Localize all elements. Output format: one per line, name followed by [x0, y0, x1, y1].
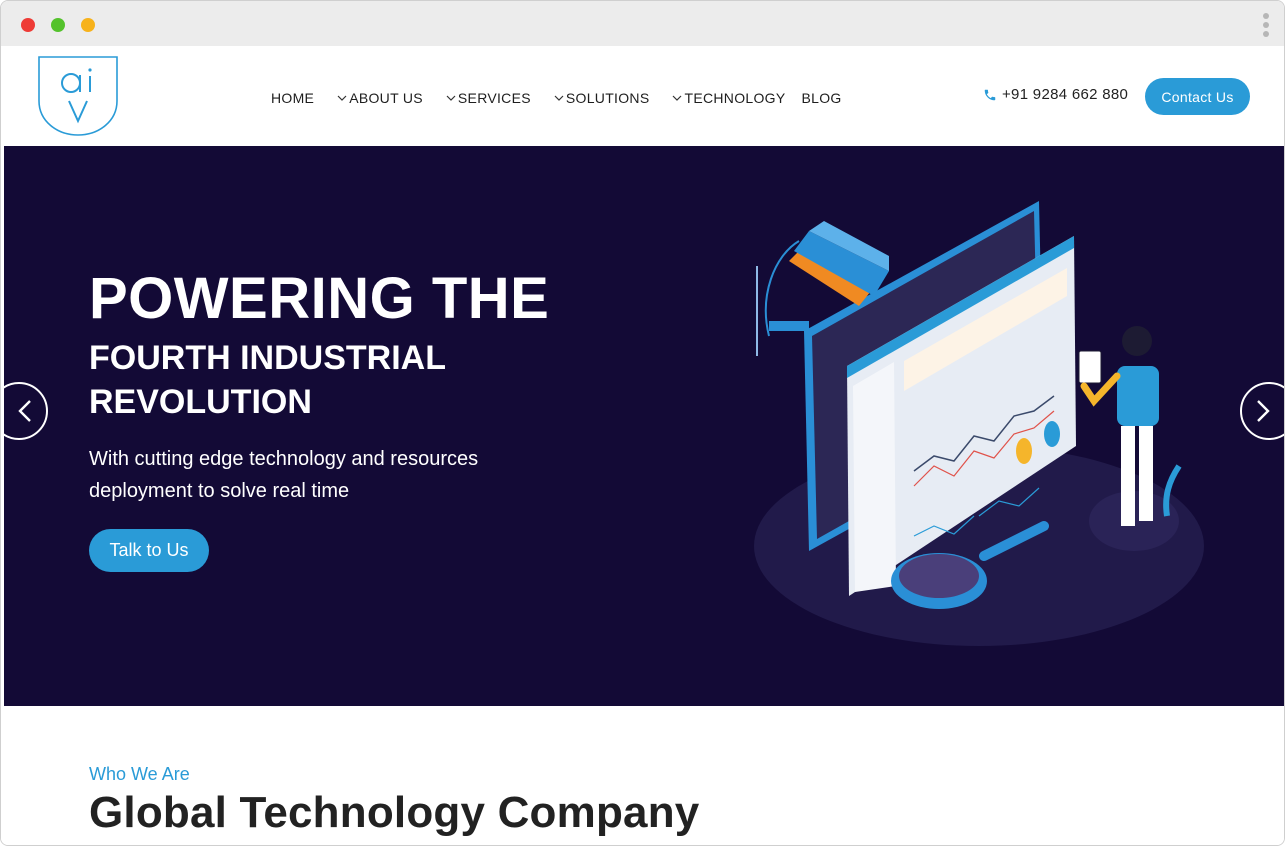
- phone-number: +91 9284 662 880: [1002, 86, 1129, 103]
- nav-blog-label: BLOG: [801, 90, 842, 106]
- nav-services-label: SERVICES: [457, 90, 531, 106]
- contact-us-button[interactable]: Contact Us: [1145, 78, 1250, 115]
- chevron-down-icon: [446, 95, 456, 101]
- hero-title: POWERING THE: [89, 266, 550, 331]
- chevron-down-icon: [337, 95, 347, 101]
- section-title: Global Technology Company: [89, 788, 700, 837]
- talk-to-us-button[interactable]: Talk to Us: [89, 529, 209, 572]
- nav-about-us-label: ABOUT US: [349, 90, 423, 106]
- chevron-left-icon: [18, 400, 31, 422]
- chevron-right-icon: [1257, 400, 1270, 422]
- site-logo[interactable]: [37, 55, 119, 137]
- hero-banner: POWERING THE FOURTH INDUSTRIAL REVOLUTIO…: [4, 146, 1284, 706]
- analytics-illustration: [754, 201, 1204, 646]
- nav-blog[interactable]: BLOG: [802, 90, 842, 106]
- nav-solutions-label: SOLUTIONS: [565, 90, 650, 106]
- maximize-window-button[interactable]: [51, 18, 65, 32]
- about-section: Who We Are Global Technology Company: [1, 706, 1284, 845]
- section-eyebrow: Who We Are: [89, 764, 190, 784]
- phone-link[interactable]: +91 9284 662 880: [983, 86, 1128, 103]
- chevron-down-icon: [554, 95, 564, 101]
- nav-about-us[interactable]: ABOUT US: [336, 90, 423, 106]
- chevron-down-icon: [673, 95, 682, 101]
- main-navigation: HOME ABOUT US SERVICES SOLUTIONS TECHNOL…: [271, 90, 864, 106]
- close-window-button[interactable]: [21, 18, 35, 32]
- nav-home-label: HOME: [271, 90, 315, 106]
- hero-description: With cutting edge technology and resourc…: [89, 448, 479, 502]
- hero-subtitle: FOURTH INDUSTRIAL REVOLUTION: [89, 339, 446, 421]
- minimize-window-button[interactable]: [81, 18, 95, 32]
- carousel-next-button[interactable]: [1240, 382, 1284, 440]
- browser-window: HOME ABOUT US SERVICES SOLUTIONS TECHNOL…: [0, 0, 1285, 846]
- nav-technology[interactable]: TECHNOLOGY: [671, 90, 785, 106]
- nav-solutions[interactable]: SOLUTIONS: [553, 90, 650, 106]
- more-options-icon[interactable]: [1262, 13, 1270, 37]
- window-titlebar: [1, 1, 1284, 46]
- carousel-prev-button[interactable]: [4, 382, 48, 440]
- nav-services[interactable]: SERVICES: [445, 90, 531, 106]
- nav-home[interactable]: HOME: [271, 90, 314, 106]
- logo-shield-icon: [38, 56, 118, 136]
- site-header: HOME ABOUT US SERVICES SOLUTIONS TECHNOL…: [1, 46, 1284, 146]
- nav-technology-label: TECHNOLOGY: [684, 90, 786, 106]
- phone-icon: [984, 89, 996, 100]
